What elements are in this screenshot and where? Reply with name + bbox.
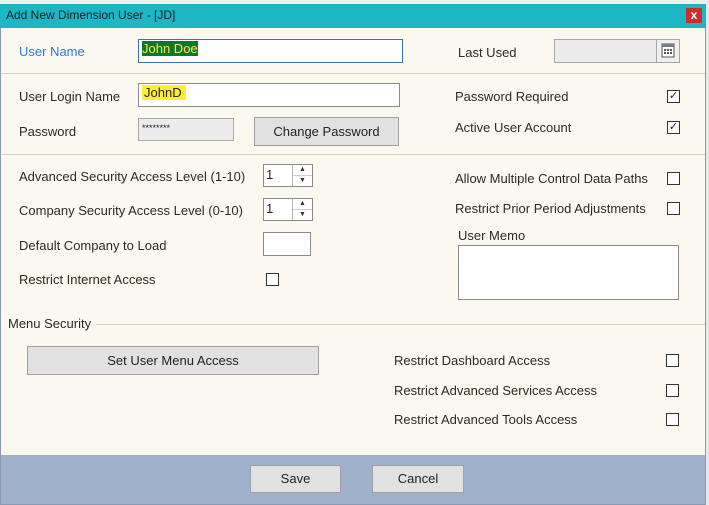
spin-up-icon[interactable]: ▲ (293, 165, 312, 176)
spin-down-icon[interactable]: ▼ (293, 176, 312, 187)
advanced-level-spinner[interactable]: 1 ▲ ▼ (263, 164, 313, 187)
password-required-label: Password Required (455, 89, 569, 104)
separator-2 (1, 154, 705, 155)
advanced-level-label: Advanced Security Access Level (1-10) (19, 169, 246, 184)
restrict-dashboard-label: Restrict Dashboard Access (394, 353, 551, 368)
default-company-label: Default Company to Load (19, 238, 167, 253)
restrict-adv-services-label: Restrict Advanced Services Access (394, 383, 598, 398)
login-name-input[interactable]: JohnD (138, 83, 400, 107)
restrict-internet-label: Restrict Internet Access (19, 272, 156, 287)
company-level-spin-buttons: ▲ ▼ (292, 199, 312, 220)
active-user-checkbox[interactable]: ✓ (667, 121, 680, 134)
save-button[interactable]: Save (250, 465, 341, 493)
spin-up-icon[interactable]: ▲ (293, 199, 312, 210)
user-name-input[interactable]: John Doe (138, 39, 403, 63)
window-title: Add New Dimension User - [JD] (6, 8, 176, 22)
spin-down-icon[interactable]: ▼ (293, 210, 312, 221)
default-company-input[interactable] (263, 232, 311, 256)
user-memo-textarea[interactable] (458, 245, 679, 300)
restrict-prior-checkbox[interactable] (667, 202, 680, 215)
password-input[interactable]: ******** (138, 118, 234, 141)
restrict-adv-tools-label: Restrict Advanced Tools Access (394, 412, 578, 427)
restrict-internet-checkbox[interactable] (266, 273, 279, 286)
login-name-label: User Login Name (19, 89, 121, 104)
change-password-button[interactable]: Change Password (254, 117, 399, 146)
password-required-checkbox[interactable]: ✓ (667, 90, 680, 103)
allow-multiple-paths-checkbox[interactable] (667, 172, 680, 185)
last-used-field (554, 39, 657, 63)
separator-1 (1, 73, 705, 74)
restrict-adv-tools-checkbox[interactable] (666, 413, 679, 426)
company-level-label: Company Security Access Level (0-10) (19, 203, 243, 218)
set-menu-access-button[interactable]: Set User Menu Access (27, 346, 319, 375)
restrict-prior-label: Restrict Prior Period Adjustments (455, 201, 646, 216)
restrict-adv-services-checkbox[interactable] (666, 384, 679, 397)
active-user-label: Active User Account (455, 120, 572, 135)
advanced-level-value: 1 (266, 167, 274, 182)
allow-multiple-paths-label: Allow Multiple Control Data Paths (455, 171, 648, 186)
user-name-value: John Doe (142, 41, 198, 56)
last-used-label: Last Used (458, 45, 517, 60)
company-level-spinner[interactable]: 1 ▲ ▼ (263, 198, 313, 221)
password-label: Password (19, 124, 77, 139)
close-button[interactable]: x (686, 8, 702, 23)
user-memo-label: User Memo (458, 228, 526, 243)
menu-security-group-line (96, 324, 705, 325)
menu-security-label: Menu Security (8, 316, 92, 331)
company-level-value: 1 (266, 201, 274, 216)
calendar-button[interactable] (656, 39, 680, 63)
advanced-level-spin-buttons: ▲ ▼ (292, 165, 312, 186)
dialog-footer (1, 455, 705, 504)
user-name-label: User Name (19, 44, 85, 59)
cancel-button[interactable]: Cancel (372, 465, 464, 493)
restrict-dashboard-checkbox[interactable] (666, 354, 679, 367)
calendar-icon (661, 43, 675, 58)
login-name-value: JohnD (142, 85, 186, 100)
